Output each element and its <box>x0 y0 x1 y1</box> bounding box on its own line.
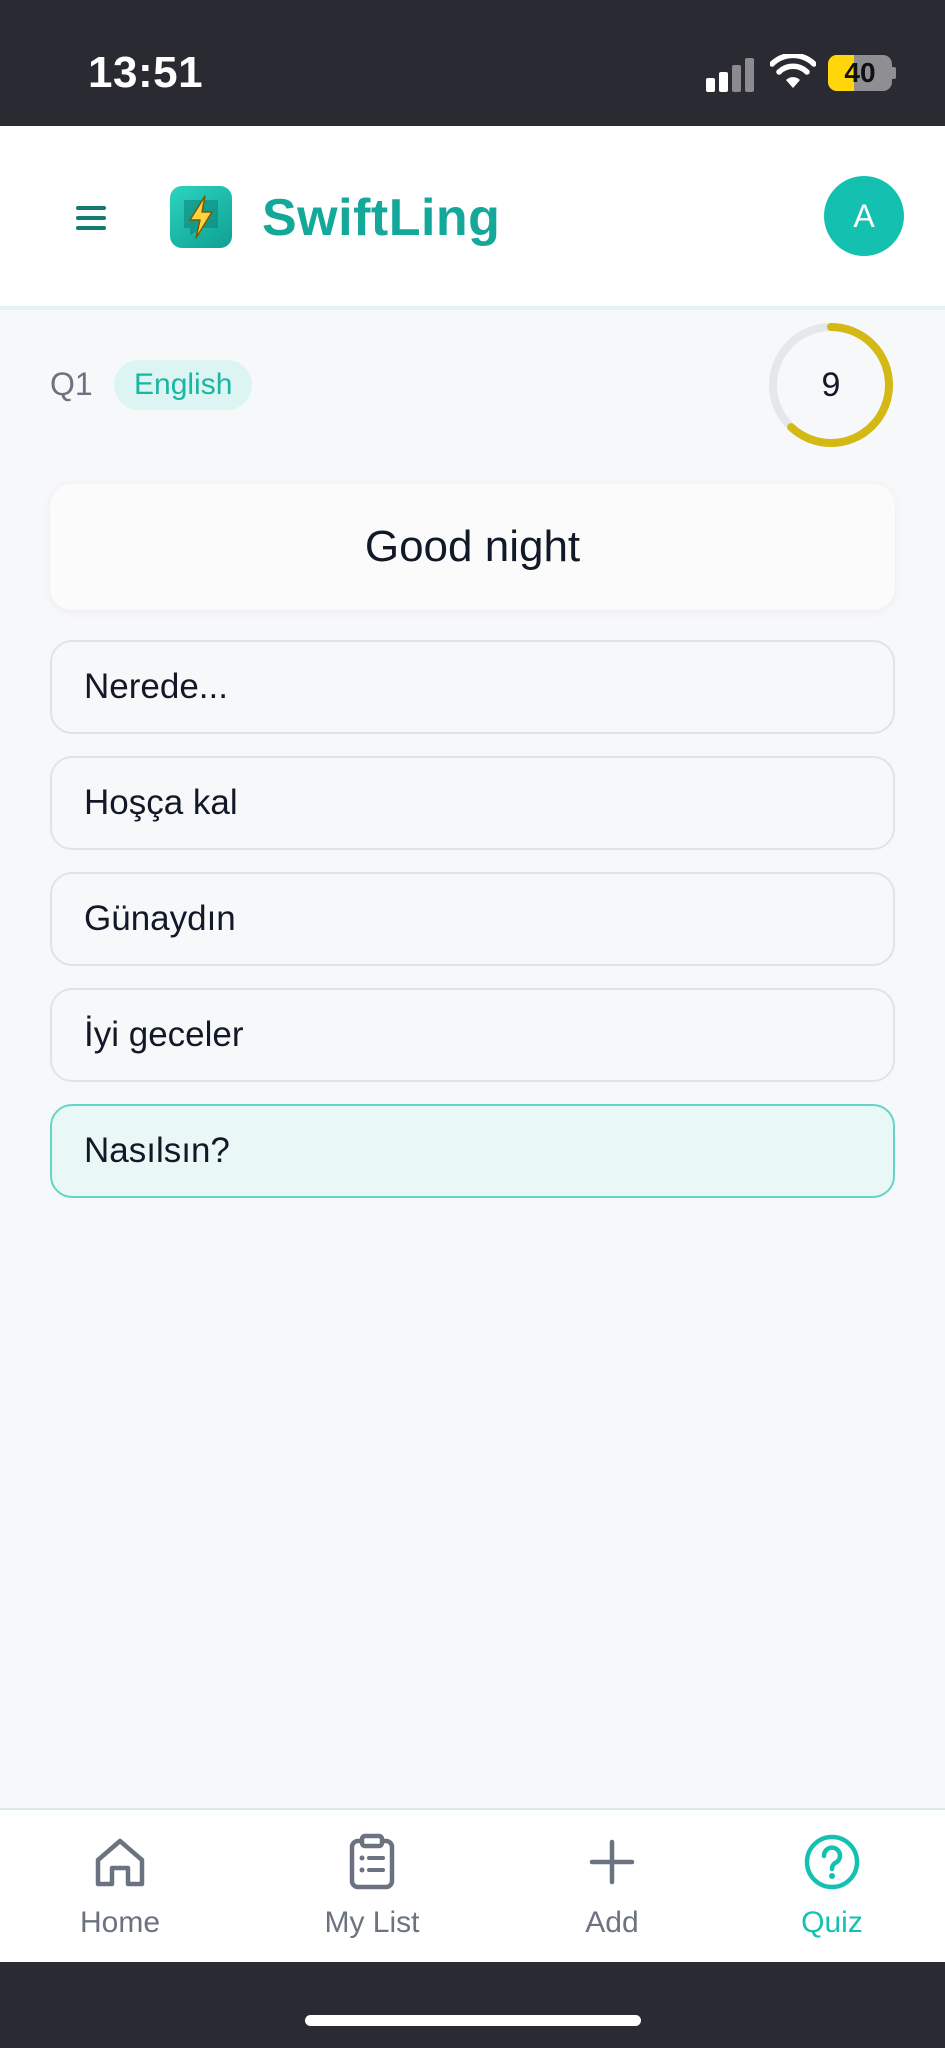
nav-add[interactable]: Add <box>522 1810 702 1964</box>
app-header: SwiftLing A <box>0 126 945 310</box>
answer-option[interactable]: Günaydın <box>50 872 895 966</box>
status-time: 13:51 <box>88 48 204 97</box>
answer-option[interactable]: Hoşça kal <box>50 756 895 850</box>
question-prompt: Good night <box>364 522 581 571</box>
wifi-icon <box>769 52 817 90</box>
clipboard-list-icon <box>342 1832 402 1892</box>
countdown-timer: 9 <box>766 320 896 450</box>
nav-home[interactable]: Home <box>30 1810 210 1964</box>
menu-button[interactable] <box>72 198 112 238</box>
answer-option-selected[interactable]: Nasılsın? <box>50 1104 895 1198</box>
cellular-signal-icon <box>706 58 756 92</box>
question-number: Q1 <box>50 366 93 402</box>
answer-option-label: Nerede... <box>84 667 228 706</box>
plus-icon <box>582 1832 642 1892</box>
answer-option-label: Nasılsın? <box>84 1131 230 1170</box>
bottom-navigation: Home My List Add Quiz <box>0 1808 945 1962</box>
app-logo-icon <box>170 186 232 248</box>
home-icon <box>90 1832 150 1892</box>
app-name: SwiftLing <box>262 189 501 247</box>
nav-quiz-label: Quiz <box>801 1906 863 1939</box>
home-indicator-area <box>0 1962 945 2048</box>
question-prompt-card: Good night <box>50 484 895 610</box>
avatar[interactable]: A <box>824 176 904 256</box>
status-bar: 13:51 40 <box>0 0 945 126</box>
nav-my-list-label: My List <box>324 1906 420 1939</box>
answer-option[interactable]: İyi geceler <box>50 988 895 1082</box>
nav-add-label: Add <box>585 1906 639 1939</box>
answer-option-label: Hoşça kal <box>84 783 238 822</box>
answer-option-label: İyi geceler <box>84 1015 244 1054</box>
nav-quiz[interactable]: Quiz <box>742 1810 922 1964</box>
nav-home-label: Home <box>79 1906 161 1939</box>
question-circle-icon <box>802 1832 862 1892</box>
answer-option-label: Günaydın <box>84 899 236 938</box>
language-badge: English <box>114 360 253 410</box>
home-indicator[interactable] <box>305 2015 641 2026</box>
answer-option[interactable]: Nerede... <box>50 640 895 734</box>
timer-value: 9 <box>821 366 841 404</box>
battery-icon: 40 <box>828 55 896 91</box>
battery-level: 40 <box>844 57 876 88</box>
nav-my-list[interactable]: My List <box>282 1810 462 1964</box>
